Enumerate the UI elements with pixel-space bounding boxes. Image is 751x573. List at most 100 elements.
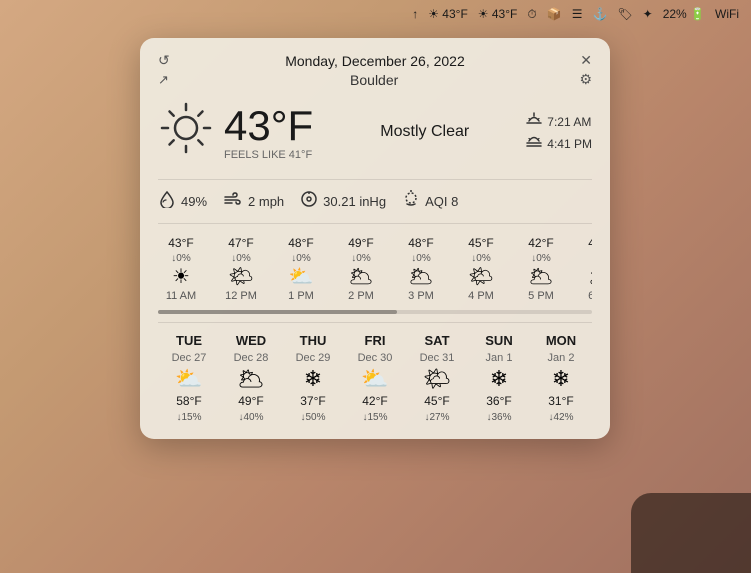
hourly-icon: 🌤 [468, 267, 493, 287]
weather-stats: 49% 2 mph 30.21 inHg [158, 179, 592, 224]
hourly-precip: ↓0% [291, 253, 310, 264]
hourly-precip: ↓0% [471, 253, 490, 264]
hourly-item: 48°F ↓0% 🌥 3 PM [398, 236, 444, 302]
header-date: Monday, December 26, 2022 [170, 53, 581, 69]
hourly-time: 11 AM [166, 290, 196, 302]
aqi-icon [402, 190, 420, 213]
daily-icon: 🌤 [423, 368, 451, 390]
settings-icon[interactable]: ⚙ [579, 71, 592, 88]
sunrise-icon [526, 112, 542, 131]
widget-header: ↺ Monday, December 26, 2022 ✕ [158, 52, 592, 69]
daily-item: FRI Dec 30 ⛅ 42°F ↓15% [344, 333, 406, 423]
hourly-precip: ↓0% [531, 253, 550, 264]
daily-icon: ❄ [552, 368, 570, 390]
wind-value: 2 mph [248, 194, 284, 209]
location-nav-icon[interactable]: ↗ [158, 72, 169, 88]
hourly-icon: 🌥 [348, 267, 373, 287]
hourly-item: 45°F ↓0% 🌤 4 PM [458, 236, 504, 302]
hourly-time: 4 PM [468, 290, 494, 302]
hourly-time: 12 PM [225, 290, 257, 302]
current-temperature: 43°F [224, 105, 313, 147]
hourly-icon: 🌥 [588, 267, 592, 287]
current-weather: 43°F FEELS LIKE 41°F Mostly Clear 7:21 A… [158, 100, 592, 165]
hourly-time: 1 PM [288, 290, 314, 302]
daily-day: TUE [176, 333, 202, 348]
daily-precip: ↓15% [362, 412, 387, 423]
daily-day: SAT [424, 333, 449, 348]
list-icon: ☰ [572, 7, 583, 21]
daily-item: SUN Jan 1 ❄ 36°F ↓36% [468, 333, 530, 423]
sunset-time: 4:41 PM [547, 137, 592, 151]
daily-precip: ↓40% [238, 412, 263, 423]
hourly-item: 47°F ↓0% 🌤 12 PM [218, 236, 264, 302]
weather-temp-1: ☀ 43°F [428, 7, 468, 21]
pressure-value: 30.21 inHg [323, 194, 386, 209]
wifi-icon: WiFi [715, 7, 739, 21]
daily-precip: ↓15% [176, 412, 201, 423]
hourly-precip: ↓0% [351, 253, 370, 264]
daily-icon: ⛅ [175, 368, 202, 390]
hourly-temp: 41°F [588, 236, 592, 250]
hourly-icon: 🌥 [408, 267, 433, 287]
daily-icon: ❄ [490, 368, 508, 390]
clock-icon: ⏱ [527, 7, 536, 22]
temperature-block: 43°F FEELS LIKE 41°F [224, 105, 313, 161]
daily-day: SUN [485, 333, 512, 348]
pressure-stat: 30.21 inHg [300, 190, 386, 213]
scroll-track [158, 310, 592, 314]
hourly-item: 48°F ↓0% ⛅ 1 PM [278, 236, 324, 302]
weather-temp-2: ☀ 43°F [478, 7, 518, 21]
tag-icon: 🏷 [617, 7, 632, 21]
hourly-item: 42°F ↓0% 🌥 5 PM [518, 236, 564, 302]
feels-like: FEELS LIKE 41°F [224, 149, 313, 161]
daily-icon: ❄ [304, 368, 322, 390]
hourly-item: 41°F ↓0% 🌥 6 PM [578, 236, 592, 302]
hourly-temp: 48°F [408, 236, 433, 250]
daily-date: Dec 27 [172, 352, 207, 364]
refresh-icon[interactable]: ↺ [158, 52, 170, 69]
hourly-precip: ↓0% [171, 253, 190, 264]
location-arrow-icon: ↑ [412, 7, 418, 21]
humidity-icon [158, 190, 176, 213]
bluetooth-icon: ✦ [643, 7, 653, 21]
hourly-temp: 42°F [528, 236, 553, 250]
daily-temp: 42°F [362, 394, 387, 408]
close-icon[interactable]: ✕ [580, 52, 592, 69]
aqi-value: AQI 8 [425, 194, 458, 209]
daily-precip: ↓50% [300, 412, 325, 423]
sunrise-row: 7:21 AM [526, 112, 592, 131]
daily-temp: 36°F [486, 394, 511, 408]
humidity-stat: 49% [158, 190, 207, 213]
daily-day: THU [300, 333, 327, 348]
daily-temp: 45°F [424, 394, 449, 408]
sunset-icon [526, 134, 542, 153]
hourly-precip: ↓0% [231, 253, 250, 264]
daily-precip: ↓42% [548, 412, 573, 423]
hourly-icon: 🌥 [528, 267, 553, 287]
battery-percent: 22% 🔋 [663, 7, 705, 21]
hourly-time: 3 PM [408, 290, 434, 302]
hourly-temp: 48°F [288, 236, 313, 250]
daily-date: Dec 31 [420, 352, 455, 364]
daily-day: MON [546, 333, 576, 348]
hourly-forecast: 43°F ↓0% ☀ 11 AM 47°F ↓0% 🌤 12 PM 48°F ↓… [158, 236, 592, 314]
sunset-row: 4:41 PM [526, 134, 592, 153]
hourly-temp: 45°F [468, 236, 493, 250]
dropbox-icon: 📦 [547, 7, 562, 21]
daily-icon: ⛅ [361, 368, 388, 390]
hourly-icon: ☀ [172, 267, 190, 287]
daily-date: Jan 2 [548, 352, 575, 364]
daily-temp: 31°F [548, 394, 573, 408]
weather-description: Mostly Clear [370, 123, 469, 143]
daily-item: SAT Dec 31 🌤 45°F ↓27% [406, 333, 468, 423]
daily-temp: 37°F [300, 394, 325, 408]
widget-location: ↗ Boulder ⚙ [158, 71, 592, 88]
hourly-temp: 47°F [228, 236, 253, 250]
daily-forecast: TUE Dec 27 ⛅ 58°F ↓15% WED Dec 28 🌥 49°F… [158, 322, 592, 423]
daily-precip: ↓27% [424, 412, 449, 423]
hourly-icon: 🌤 [228, 267, 253, 287]
hourly-temp: 49°F [348, 236, 373, 250]
daily-day: WED [236, 333, 266, 348]
hourly-scroll-container[interactable]: 43°F ↓0% ☀ 11 AM 47°F ↓0% 🌤 12 PM 48°F ↓… [158, 236, 592, 302]
daily-item: TUE Dec 27 ⛅ 58°F ↓15% [158, 333, 220, 423]
